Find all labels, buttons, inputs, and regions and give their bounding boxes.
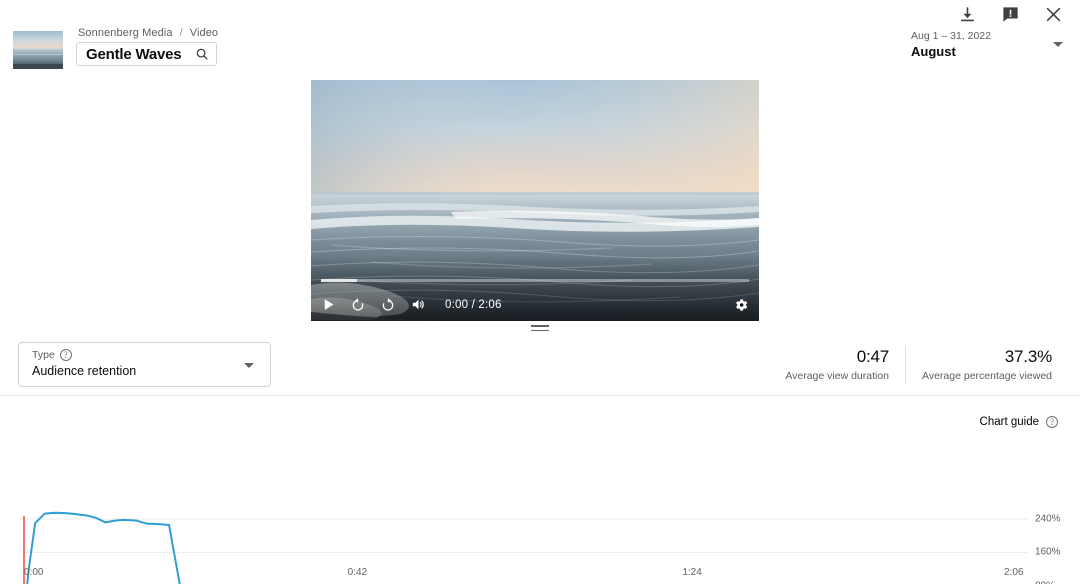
summary-stats: 0:47 Average view duration 37.3% Average… <box>769 345 1080 384</box>
chart-type-select[interactable]: Type ? Audience retention <box>18 342 271 387</box>
player-control-bar: 0:00 / 2:06 <box>311 275 759 321</box>
date-range-text: Aug 1 – 31, 2022 <box>911 30 991 42</box>
audience-retention-page: Sonnenberg Media / Video Gentle Waves Au… <box>0 0 1080 584</box>
chart-type-label: Type <box>32 349 55 361</box>
volume-button[interactable] <box>410 296 427 313</box>
forward-5-button[interactable] <box>380 297 396 313</box>
chart-type-value: Audience retention <box>32 364 137 378</box>
chart-x-tick: 1:24 <box>682 567 702 578</box>
search-icon[interactable] <box>195 47 209 61</box>
breadcrumb-channel[interactable]: Sonnenberg Media <box>78 27 173 39</box>
video-title-search-box[interactable]: Gentle Waves <box>76 42 218 66</box>
feedback-icon[interactable] <box>1000 4 1020 24</box>
rewind-5-button[interactable] <box>350 297 366 313</box>
stat-average-percentage-viewed: 37.3% Average percentage viewed <box>906 347 1080 382</box>
video-player[interactable]: 0:00 / 2:06 <box>311 80 759 321</box>
chart-guide-link[interactable]: Chart guide ? <box>980 416 1058 428</box>
date-range-selector[interactable]: Aug 1 – 31, 2022 August <box>911 30 1063 59</box>
breadcrumb-section[interactable]: Video <box>190 27 218 39</box>
settings-gear-icon[interactable] <box>733 297 749 313</box>
player-buttons-row: 0:00 / 2:06 <box>321 296 749 313</box>
stat-name: Average view duration <box>785 370 890 382</box>
chart-y-tick: 240% <box>1035 513 1061 525</box>
player-time-display: 0:00 / 2:06 <box>445 298 502 311</box>
breadcrumb: Sonnenberg Media / Video <box>76 27 218 39</box>
page-header: Sonnenberg Media / Video Gentle Waves Au… <box>0 0 1080 78</box>
panel-resize-handle[interactable] <box>0 322 1080 334</box>
chart-guide-label: Chart guide <box>979 416 1039 428</box>
header-actions <box>957 4 1063 24</box>
date-range-label: August <box>911 44 956 59</box>
chart-y-tick: 160% <box>1035 546 1061 558</box>
chart-type-label-row: Type ? <box>32 349 260 361</box>
stat-name: Average percentage viewed <box>922 370 1052 382</box>
download-icon[interactable] <box>957 4 977 24</box>
page-title: Gentle Waves <box>86 45 182 63</box>
metrics-bar: Type ? Audience retention 0:47 Average v… <box>0 334 1080 395</box>
video-player-region: 0:00 / 2:06 <box>0 78 1080 321</box>
video-thumbnail <box>13 31 63 69</box>
chart-x-tick: 0:00 <box>24 567 44 578</box>
chevron-down-icon[interactable] <box>1053 42 1063 47</box>
close-icon[interactable] <box>1043 4 1063 24</box>
player-progress-bar[interactable] <box>321 279 749 282</box>
stat-average-view-duration: 0:47 Average view duration <box>769 347 905 382</box>
chevron-down-icon[interactable] <box>244 363 254 368</box>
stat-value: 0:47 <box>856 347 890 366</box>
breadcrumb-separator: / <box>179 27 183 39</box>
player-progress-played <box>321 279 358 282</box>
chart-x-tick: 2:06 <box>1004 567 1024 578</box>
stat-value: 37.3% <box>1004 347 1052 366</box>
chart-x-tick: 0:42 <box>347 567 368 578</box>
retention-chart-svg <box>23 511 1028 584</box>
help-icon[interactable]: ? <box>1046 416 1058 428</box>
help-icon[interactable]: ? <box>59 349 72 361</box>
play-button[interactable] <box>321 297 336 312</box>
resize-grip-icon <box>531 325 549 331</box>
retention-chart[interactable]: 0%80%160%240% 0:000:421:242:06 <box>0 454 1080 584</box>
chart-y-tick: 80% <box>1035 580 1055 584</box>
retention-chart-section: Chart guide ? 0%80%160%240% 0:000:421:24… <box>0 396 1080 584</box>
video-identity: Sonnenberg Media / Video Gentle Waves <box>13 27 218 69</box>
